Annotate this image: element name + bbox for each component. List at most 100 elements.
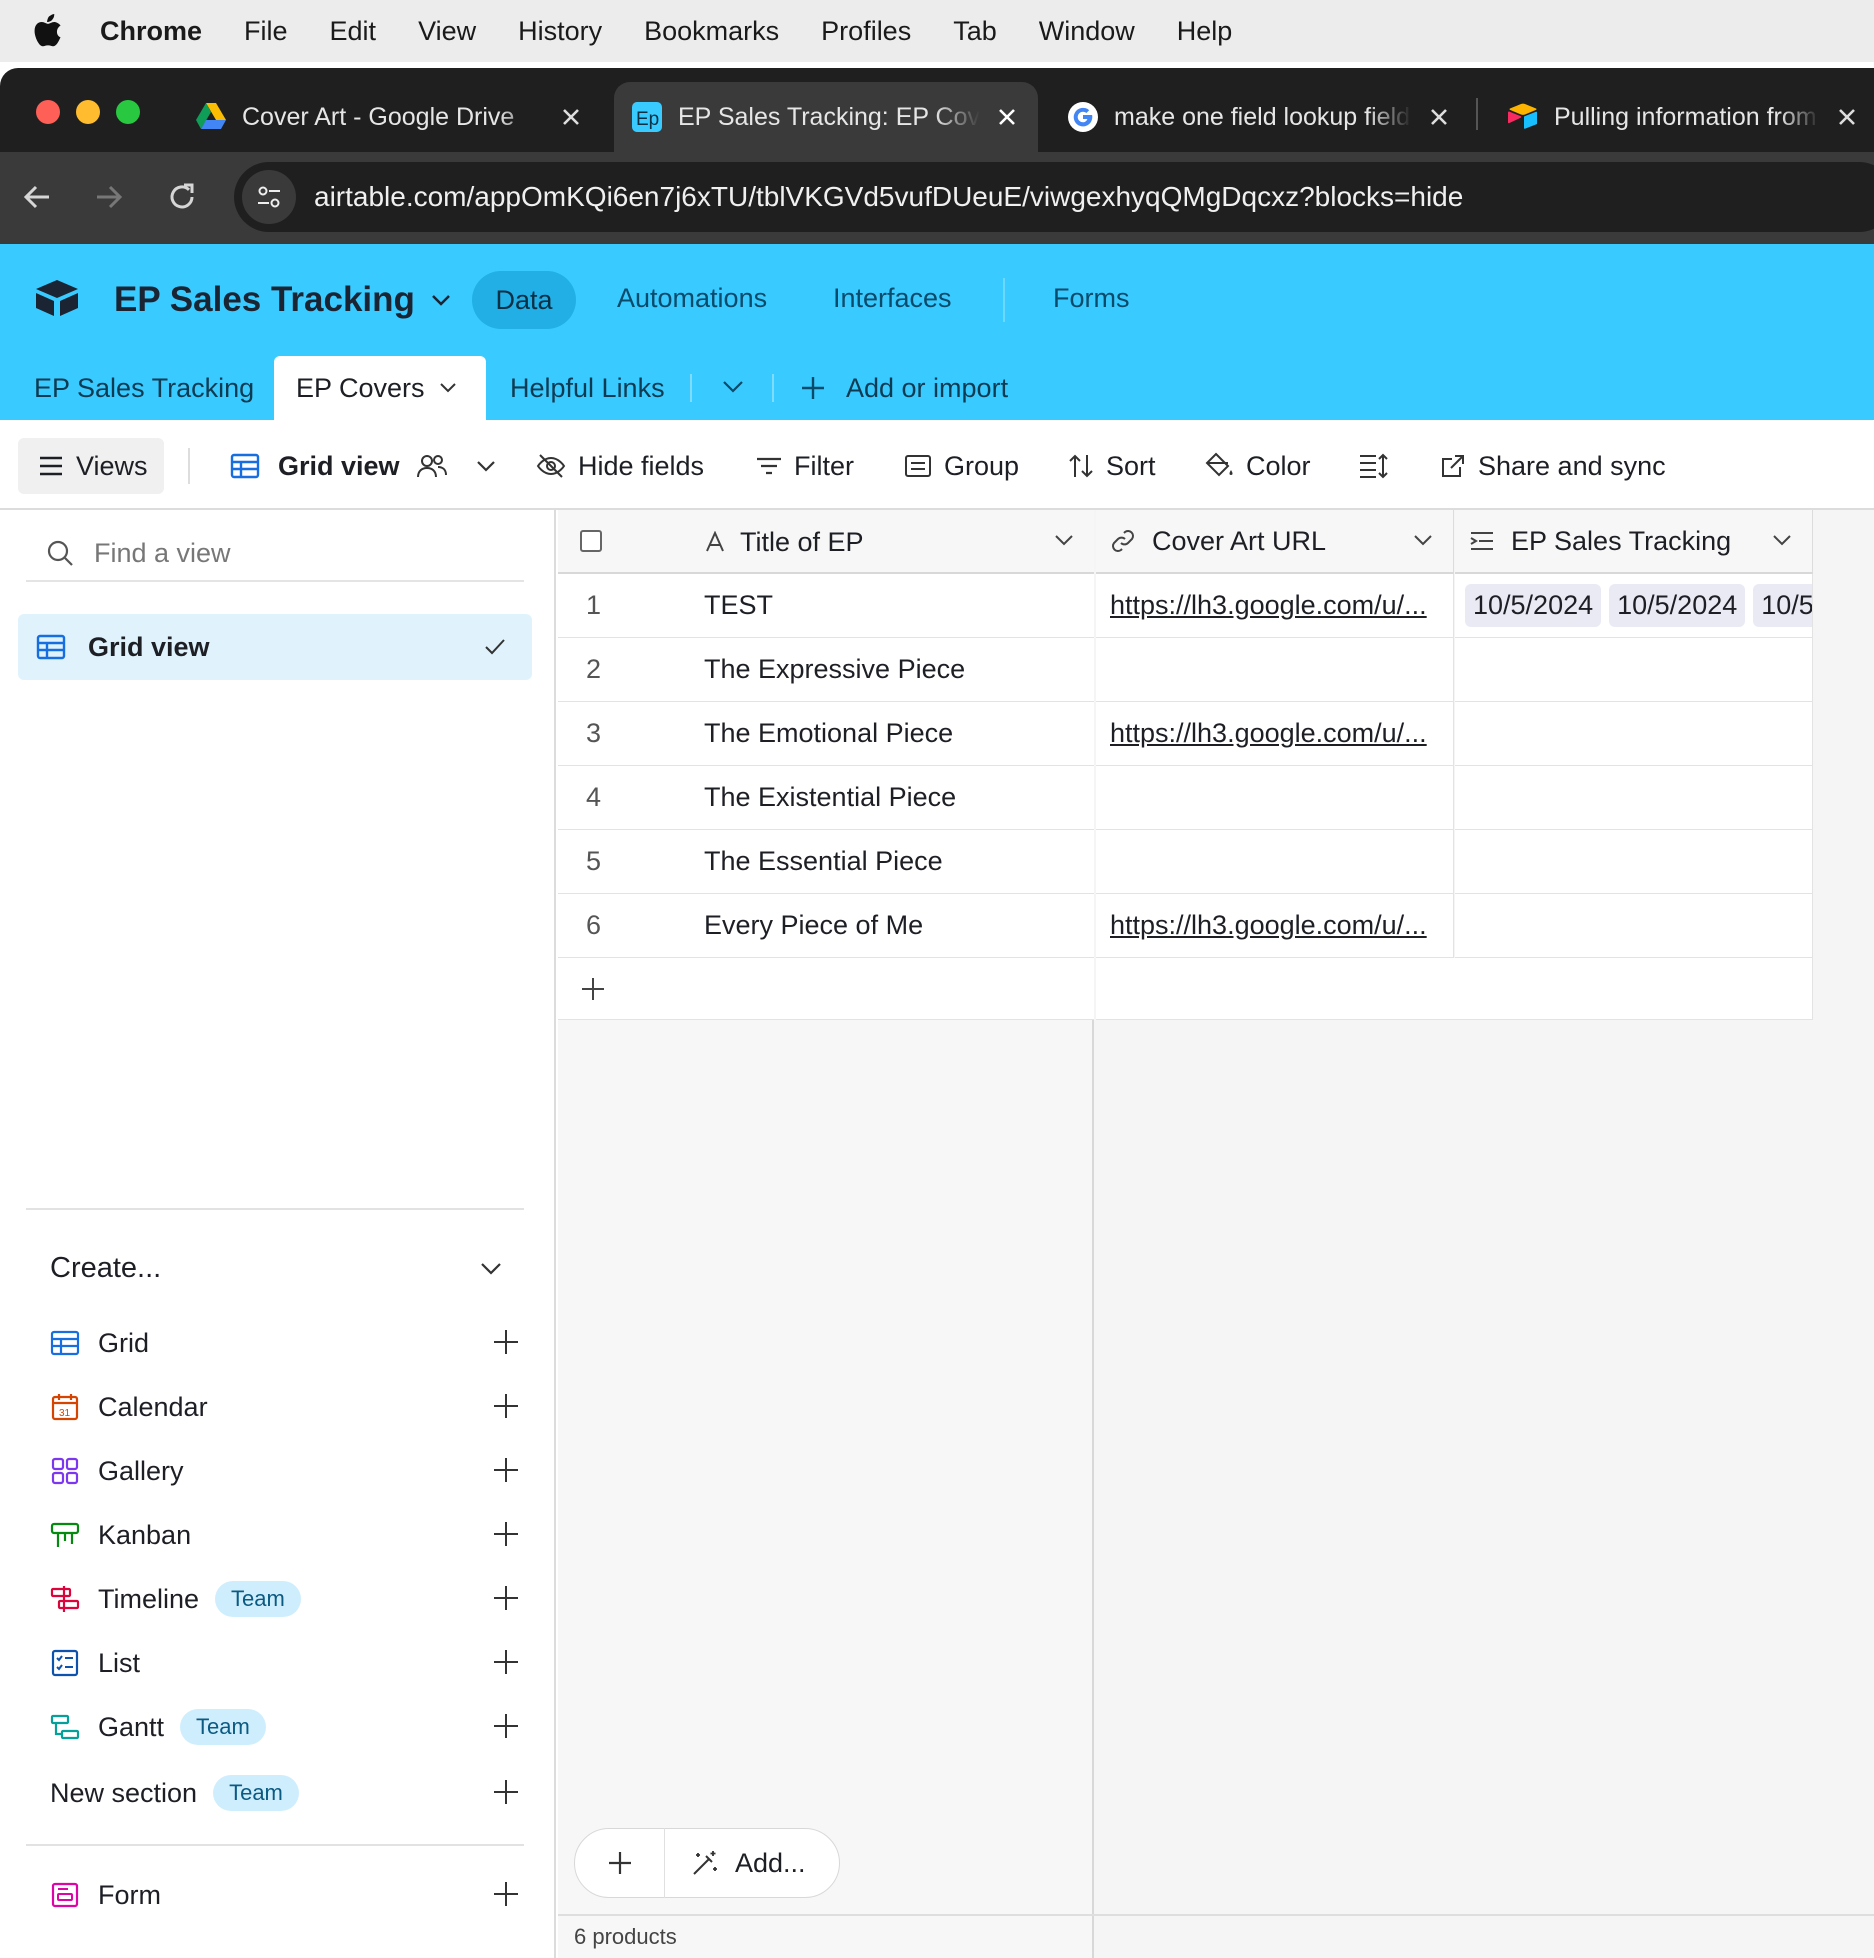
base-name-button[interactable]: EP Sales Tracking xyxy=(114,274,451,326)
create-list-item[interactable]: List xyxy=(50,1638,520,1688)
nav-automations[interactable]: Automations xyxy=(617,283,767,314)
add-or-import-button[interactable]: Add or import xyxy=(800,356,1008,420)
linked-records-cell[interactable]: 10/5/2024 10/5/2024 10/5 xyxy=(1455,574,1813,638)
plus-icon[interactable] xyxy=(492,1328,520,1356)
title-cell[interactable]: The Essential Piece xyxy=(704,846,943,877)
menu-profiles[interactable]: Profiles xyxy=(821,16,911,47)
linked-records-cell[interactable] xyxy=(1455,702,1813,766)
create-timeline-item[interactable]: Timeline Team xyxy=(50,1574,520,1624)
menu-chrome[interactable]: Chrome xyxy=(100,16,202,47)
menu-history[interactable]: History xyxy=(518,16,602,47)
menu-view[interactable]: View xyxy=(418,16,476,47)
hide-fields-button[interactable]: Hide fields xyxy=(536,438,704,494)
apple-icon[interactable] xyxy=(32,14,64,48)
browser-tab[interactable]: Pulling information from o xyxy=(1494,82,1874,152)
sort-button[interactable]: Sort xyxy=(1068,438,1156,494)
create-grid-item[interactable]: Grid xyxy=(50,1318,520,1368)
close-tab-icon[interactable] xyxy=(558,104,584,130)
table-row[interactable]: 3 The Emotional Piece xyxy=(558,702,1094,766)
linked-records-cell[interactable] xyxy=(1455,830,1813,894)
url-cell[interactable]: https://lh3.google.com/u/... xyxy=(1096,894,1454,958)
url-cell[interactable]: https://lh3.google.com/u/... xyxy=(1096,574,1454,638)
url-link[interactable]: https://lh3.google.com/u/... xyxy=(1110,910,1427,941)
select-all-checkbox[interactable] xyxy=(580,530,602,552)
view-switcher-button[interactable]: Grid view xyxy=(230,438,508,494)
title-cell[interactable]: The Existential Piece xyxy=(704,782,956,813)
find-view-search[interactable]: Find a view xyxy=(26,526,524,582)
menu-file[interactable]: File xyxy=(244,16,288,47)
address-bar[interactable]: airtable.com/appOmKQi6en7j6xTU/tblVKGVd5… xyxy=(234,162,1874,232)
color-button[interactable]: Color xyxy=(1204,438,1311,494)
linked-records-cell[interactable] xyxy=(1455,638,1813,702)
linked-record-pill[interactable]: 10/5 xyxy=(1753,584,1812,627)
title-cell[interactable]: The Expressive Piece xyxy=(704,654,965,685)
browser-tab[interactable]: Cover Art - Google Drive xyxy=(180,82,600,152)
chevron-down-icon[interactable] xyxy=(1054,534,1074,548)
close-tab-icon[interactable] xyxy=(994,104,1020,130)
zoom-window-button[interactable] xyxy=(116,100,140,124)
share-and-sync-button[interactable]: Share and sync xyxy=(1440,438,1666,494)
chevron-down-icon[interactable] xyxy=(439,382,457,394)
create-form-item[interactable]: Form xyxy=(50,1870,520,1920)
nav-data[interactable]: Data xyxy=(472,271,576,329)
forward-icon[interactable] xyxy=(94,182,124,212)
table-row[interactable]: 4 The Existential Piece xyxy=(558,766,1094,830)
url-cell[interactable] xyxy=(1096,638,1454,702)
views-toggle-button[interactable]: Views xyxy=(18,438,164,494)
plus-icon[interactable] xyxy=(492,1712,520,1740)
title-cell[interactable]: Every Piece of Me xyxy=(704,910,923,941)
linked-record-pill[interactable]: 10/5/2024 xyxy=(1465,584,1602,627)
table-tab-ep-covers[interactable]: EP Covers xyxy=(274,356,486,420)
browser-tab-active[interactable]: Ep EP Sales Tracking: EP Covers - Airtab… xyxy=(614,82,1038,152)
chevron-down-icon[interactable] xyxy=(1413,534,1433,548)
create-gallery-item[interactable]: Gallery xyxy=(50,1446,520,1496)
url-cell[interactable] xyxy=(1096,766,1454,830)
column-header-ep-sales-tracking[interactable]: EP Sales Tracking xyxy=(1455,510,1813,574)
menu-help[interactable]: Help xyxy=(1177,16,1233,47)
close-tab-icon[interactable] xyxy=(1426,104,1452,130)
browser-tab[interactable]: make one field lookup field xyxy=(1050,82,1470,152)
column-header-cover-art-url[interactable]: Cover Art URL xyxy=(1096,510,1454,574)
menu-bookmarks[interactable]: Bookmarks xyxy=(644,16,779,47)
more-tables-chevron-icon[interactable] xyxy=(722,380,744,394)
add-row-button[interactable] xyxy=(558,958,1094,1020)
plus-icon[interactable] xyxy=(492,1880,520,1908)
create-calendar-item[interactable]: 31 Calendar xyxy=(50,1382,520,1432)
create-section-toggle[interactable]: Create... xyxy=(50,1240,502,1296)
title-cell[interactable]: TEST xyxy=(704,590,773,621)
linked-records-cell[interactable] xyxy=(1455,766,1813,830)
add-row-area[interactable] xyxy=(1096,958,1813,1020)
create-kanban-item[interactable]: Kanban xyxy=(50,1510,520,1560)
menu-tab[interactable]: Tab xyxy=(953,16,997,47)
table-row[interactable]: 2 The Expressive Piece xyxy=(558,638,1094,702)
base-logo-icon[interactable] xyxy=(34,278,80,318)
linked-record-pill[interactable]: 10/5/2024 xyxy=(1609,584,1746,627)
plus-icon[interactable] xyxy=(492,1456,520,1484)
row-height-button[interactable] xyxy=(1358,438,1400,494)
table-tab-ep-sales-tracking[interactable]: EP Sales Tracking xyxy=(34,356,254,420)
plus-icon[interactable] xyxy=(492,1520,520,1548)
menu-edit[interactable]: Edit xyxy=(330,16,377,47)
create-gantt-item[interactable]: Gantt Team xyxy=(50,1702,520,1752)
add-record-button[interactable] xyxy=(575,1828,665,1898)
column-header-title-of-ep[interactable]: Title of EP xyxy=(704,510,1094,574)
url-link[interactable]: https://lh3.google.com/u/... xyxy=(1110,718,1427,749)
reload-icon[interactable] xyxy=(166,181,198,213)
table-row[interactable]: 6 Every Piece of Me xyxy=(558,894,1094,958)
table-tab-helpful-links[interactable]: Helpful Links xyxy=(510,356,665,420)
linked-records-cell[interactable] xyxy=(1455,894,1813,958)
add-with-ai-button[interactable]: Add... xyxy=(665,1848,806,1879)
site-settings-icon[interactable] xyxy=(242,170,296,224)
minimize-window-button[interactable] xyxy=(76,100,100,124)
filter-button[interactable]: Filter xyxy=(756,438,854,494)
url-cell[interactable] xyxy=(1096,830,1454,894)
plus-icon[interactable] xyxy=(492,1648,520,1676)
nav-forms[interactable]: Forms xyxy=(1053,283,1130,314)
table-row[interactable]: 5 The Essential Piece xyxy=(558,830,1094,894)
url-link[interactable]: https://lh3.google.com/u/... xyxy=(1110,590,1427,621)
url-cell[interactable]: https://lh3.google.com/u/... xyxy=(1096,702,1454,766)
plus-icon[interactable] xyxy=(492,1392,520,1420)
menu-window[interactable]: Window xyxy=(1039,16,1135,47)
nav-interfaces[interactable]: Interfaces xyxy=(833,283,952,314)
table-row[interactable]: 1 TEST xyxy=(558,574,1094,638)
